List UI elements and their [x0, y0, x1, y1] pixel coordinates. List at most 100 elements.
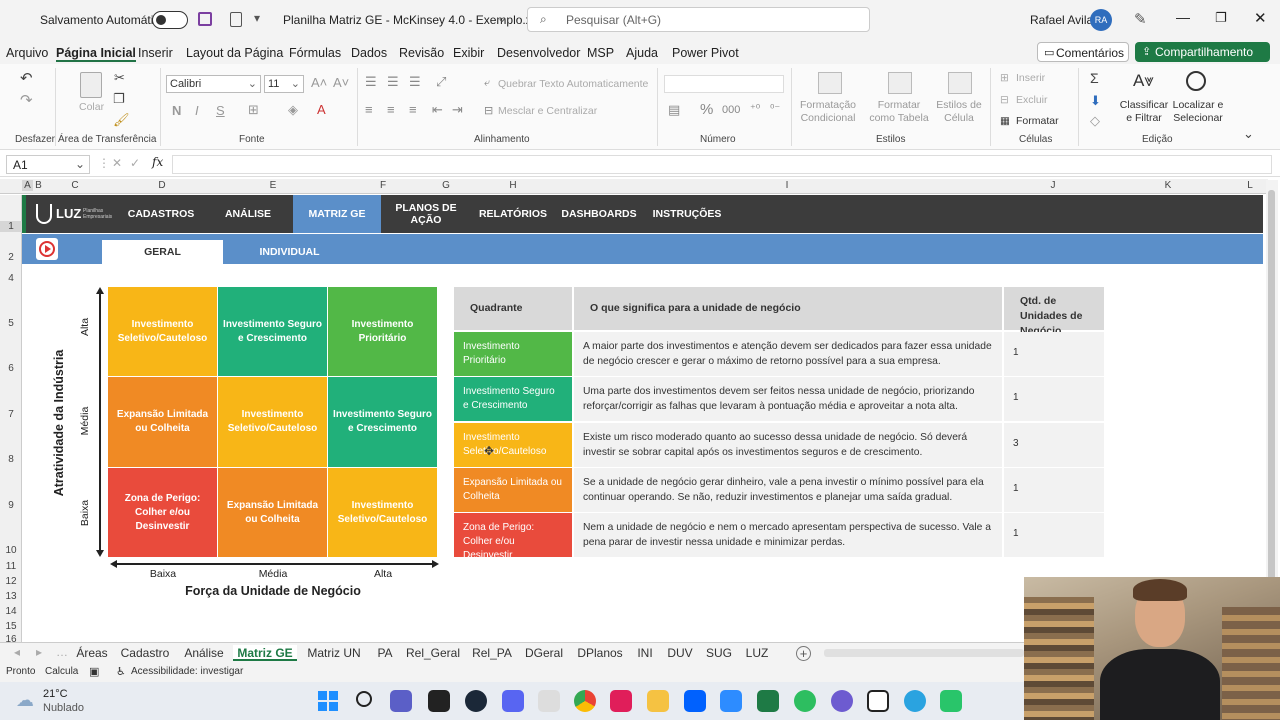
fill-color-icon[interactable]: ◈ [288, 102, 298, 118]
app-icon[interactable] [428, 690, 450, 712]
row-header[interactable]: 13 [0, 591, 22, 602]
find-select-button[interactable]: Localizar e Selecionar [1170, 99, 1226, 125]
quadrant-cell[interactable]: Expansão Limitada ou Colheita [454, 468, 572, 512]
whatsapp-icon[interactable] [940, 690, 962, 712]
menu-pagina-inicial[interactable]: Página Inicial [56, 46, 136, 62]
currency-icon[interactable]: ▤ [668, 102, 680, 118]
user-name[interactable]: Rafael Avila [1030, 13, 1093, 27]
new-document-icon[interactable] [230, 12, 242, 27]
zoom-icon[interactable] [720, 690, 742, 712]
wrap-text-button[interactable]: Quebrar Texto Automaticamente [498, 78, 648, 90]
matrix-cell[interactable]: Investimento Seletivo/Cauteloso [328, 468, 437, 557]
formula-input[interactable] [172, 155, 1272, 174]
add-sheet-icon[interactable]: + [796, 646, 811, 661]
menu-layout[interactable]: Layout da Página [186, 46, 283, 60]
restore-icon[interactable]: ❐ [1215, 10, 1227, 26]
increase-indent-icon[interactable]: ⇥ [452, 102, 463, 118]
menu-desenvolvedor[interactable]: Desenvolvedor [497, 46, 580, 60]
sheet-tab-dplanos[interactable]: DPlanos [571, 645, 629, 661]
search-taskbar-icon[interactable] [356, 691, 372, 707]
decrease-font-icon[interactable]: A˅ [333, 75, 349, 90]
search-box[interactable]: ⌕ Pesquisar (Alt+G) [527, 7, 870, 32]
windows-start-icon[interactable] [318, 691, 338, 711]
row-header[interactable]: 12 [0, 576, 22, 587]
sheet-tab-dgeral[interactable]: DGeral [520, 645, 568, 661]
sheet-tab-pa[interactable]: PA [371, 645, 399, 661]
nav-analise[interactable]: ANÁLISE [208, 195, 288, 233]
conditional-format-button[interactable]: Formatação Condicional [798, 99, 858, 125]
borders-icon[interactable]: ⊞ [248, 102, 259, 118]
collapse-ribbon-icon[interactable]: ⌄ [1243, 126, 1254, 142]
sheet-tab-luz[interactable]: LUZ [740, 645, 774, 661]
row-header[interactable]: 9 [0, 500, 22, 511]
row-header[interactable]: 14 [0, 606, 22, 617]
matrix-cell[interactable]: Zona de Perigo: Colher e/ou Desinvestir [108, 468, 217, 557]
settings-app-icon[interactable] [831, 690, 853, 712]
format-table-button[interactable]: Formatar como Tabela [864, 99, 934, 125]
matrix-cell[interactable]: Investimento Seguro e Crescimento [328, 377, 437, 467]
row-header[interactable]: 6 [0, 363, 22, 374]
nav-instrucoes[interactable]: INSTRUÇÕES [646, 195, 728, 233]
menu-exibir[interactable]: Exibir [453, 46, 484, 60]
insert-function-icon[interactable]: fx [152, 155, 163, 169]
weather-temp[interactable]: 21°C [43, 688, 68, 700]
cut-icon[interactable]: ✂ [114, 70, 125, 86]
nav-relatorios[interactable]: RELATÓRIOS [472, 195, 554, 233]
column-header[interactable]: C [44, 180, 106, 191]
italic-icon[interactable]: I [195, 103, 199, 118]
pen-icon[interactable]: ✎ [1134, 10, 1147, 28]
align-center-icon[interactable]: ≡ [387, 102, 395, 117]
matrix-cell[interactable]: Investimento Seguro e Crescimento [218, 287, 327, 376]
column-header[interactable]: L [1232, 180, 1268, 191]
number-format-select[interactable] [664, 75, 784, 93]
minimize-icon[interactable]: — [1176, 9, 1190, 25]
subtab-individual[interactable]: INDIVIDUAL [227, 240, 352, 264]
sheet-tab-analise[interactable]: Análise [177, 645, 231, 661]
enter-icon[interactable]: ✓ [130, 156, 140, 170]
status-accessibility[interactable]: Acessibilidade: investigar [131, 666, 243, 677]
column-header[interactable]: B [33, 180, 44, 191]
percent-icon[interactable]: % [700, 101, 713, 118]
nav-planos[interactable]: PLANOS DE AÇÃO [390, 195, 462, 233]
qty-cell[interactable]: 3 [1004, 423, 1104, 467]
sheet-tab-cadastro[interactable]: Cadastro [116, 645, 174, 661]
row-header[interactable]: 1 [0, 221, 22, 232]
telegram-icon[interactable] [904, 690, 926, 712]
sheet-tab-rel-pa[interactable]: Rel_PA [467, 645, 517, 661]
font-name-select[interactable]: Calibri ⌄ [166, 75, 261, 93]
fill-icon[interactable]: ⬇ [1090, 93, 1101, 109]
undo-icon[interactable]: ↶ [20, 69, 33, 87]
align-top-icon[interactable]: ☰ [365, 74, 377, 90]
save-icon[interactable] [198, 12, 212, 26]
font-size-select[interactable]: 11 ⌄ [264, 75, 304, 93]
next-sheet-icon[interactable]: ▸ [36, 645, 42, 659]
menu-power-pivot[interactable]: Power Pivot [672, 46, 739, 60]
increase-font-icon[interactable]: A˄ [311, 75, 327, 90]
column-header[interactable]: G [438, 180, 454, 191]
quadrant-cell[interactable]: Zona de Perigo: Colher e/ou Desinvestir [454, 513, 572, 561]
menu-ajuda[interactable]: Ajuda [626, 46, 658, 60]
chrome-icon[interactable] [574, 690, 596, 712]
macro-record-icon[interactable]: ▣ [89, 665, 99, 678]
qty-cell[interactable]: 1 [1004, 332, 1104, 376]
quadrant-cell[interactable]: Investimento Seletivo/Cauteloso [454, 423, 572, 467]
subtab-geral[interactable]: GERAL [102, 240, 223, 264]
customize-toolbar-icon[interactable]: ▾ [254, 11, 260, 25]
share-button[interactable]: ⇪ Compartilhamento [1135, 42, 1270, 62]
menu-arquivo[interactable]: Arquivo [6, 46, 48, 60]
avatar[interactable]: RA [1090, 9, 1112, 31]
menu-dados[interactable]: Dados [351, 46, 387, 60]
description-cell[interactable]: Nem a unidade de negócio e nem o mercado… [574, 513, 1002, 557]
merge-center-button[interactable]: Mesclar e Centralizar [498, 105, 597, 117]
sheet-tab-duv[interactable]: DUV [662, 645, 698, 661]
column-header[interactable]: E [218, 180, 328, 191]
matrix-cell[interactable]: Investimento Seletivo/Cauteloso [108, 287, 217, 376]
format-cells-button[interactable]: Formatar [1016, 115, 1059, 127]
qty-cell[interactable]: 1 [1004, 468, 1104, 512]
dropbox-icon[interactable] [684, 690, 706, 712]
sheet-tab-matriz-ge[interactable]: Matriz GE [233, 645, 297, 661]
row-header[interactable]: 4 [0, 273, 22, 284]
orientation-icon[interactable]: ⤢ [436, 74, 446, 90]
format-painter-icon[interactable]: 🖌 [113, 112, 130, 128]
column-header[interactable]: I [572, 180, 1002, 191]
